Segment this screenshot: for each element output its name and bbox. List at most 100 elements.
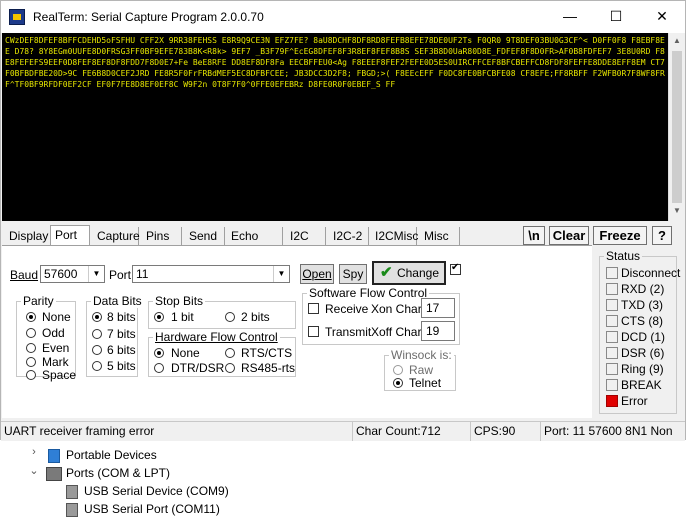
parity-mark-label: Mark: [42, 355, 69, 369]
port-value: 11: [136, 267, 149, 281]
status-title: Status: [604, 249, 643, 263]
hw-flow-none-radio[interactable]: [154, 348, 164, 358]
status-led-dcd: [606, 331, 618, 343]
data-bits-8-label: 8 bits: [107, 310, 136, 324]
spy-button[interactable]: Spy: [339, 264, 367, 284]
check-icon: ✔: [451, 262, 460, 273]
stop-bits-2-radio[interactable]: [225, 312, 235, 322]
parity-space-radio[interactable]: [26, 370, 36, 380]
tree-item-portable-devices[interactable]: Portable Devices: [66, 446, 157, 464]
chevron-right-icon[interactable]: ›: [28, 446, 40, 464]
portable-devices-icon: [48, 449, 60, 463]
tree-item-ports[interactable]: Ports (COM & LPT): [66, 464, 170, 482]
scrollbar-thumb[interactable]: [672, 51, 682, 203]
status-led-error: [606, 395, 618, 407]
xon-char-input[interactable]: 17: [421, 298, 455, 318]
cps-readout: CPS:90: [471, 422, 541, 441]
parity-even-radio[interactable]: [26, 343, 36, 353]
device-manager-tree: › Portable Devices ⌄ Ports (COM & LPT) U…: [0, 432, 696, 524]
scroll-up-icon[interactable]: ▲: [669, 33, 685, 49]
window-title: RealTerm: Serial Capture Program 2.0.0.7…: [33, 10, 264, 24]
hw-flow-dtrdsr-radio[interactable]: [154, 363, 164, 373]
chevron-down-icon[interactable]: ▼: [88, 266, 104, 282]
hw-flow-none-label: None: [171, 346, 200, 360]
port-label: Port: [109, 268, 132, 282]
stop-bits-1-radio[interactable]: [154, 312, 164, 322]
parity-none-radio[interactable]: [26, 312, 36, 322]
status-rxd-label: RXD (2): [621, 282, 665, 296]
data-bits-5-label: 5 bits: [107, 359, 136, 373]
data-bits-title: Data Bits: [91, 294, 144, 308]
winsock-group: Winsock is: Raw Telnet: [384, 348, 456, 391]
tab-capture[interactable]: Capture: [93, 227, 140, 245]
tab-echo-port[interactable]: Echo Port: [227, 227, 283, 261]
tab-i2c[interactable]: I2C: [286, 227, 326, 245]
minimize-button[interactable]: —: [547, 1, 593, 33]
checkmark-icon: ✔: [380, 264, 393, 281]
change-checkbox[interactable]: ✔: [450, 262, 461, 275]
port-panel: Baud 57600 ▼ Port 11 ▼ Open Spy ✔ Change…: [2, 245, 592, 418]
terminal-scrollbar[interactable]: ▲ ▼: [668, 33, 685, 221]
tab-i2cmisc[interactable]: I2CMisc: [371, 227, 418, 245]
close-button[interactable]: ✕: [639, 1, 685, 33]
baud-select[interactable]: 57600 ▼: [40, 265, 105, 283]
ports-icon: [46, 467, 62, 481]
chevron-down-icon[interactable]: ⌄: [28, 464, 40, 482]
scroll-down-icon[interactable]: ▼: [669, 203, 685, 219]
sw-flow-receive-label: Receive: [325, 302, 369, 316]
tab-pins[interactable]: Pins: [142, 227, 182, 245]
usb-serial-device-icon: [66, 485, 78, 499]
xon-char-label: Xon Char:: [371, 302, 426, 316]
tab-send[interactable]: Send: [185, 227, 225, 245]
newline-button[interactable]: \n: [523, 226, 545, 245]
sw-flow-transmit-label: Transmit: [325, 325, 372, 339]
winsock-raw-radio[interactable]: [393, 365, 403, 375]
terminal-output[interactable]: CWzDEF8DFEF8BFFCDEHD5oFSFHU CFF2X 9RR38F…: [2, 33, 668, 221]
open-button[interactable]: Open: [300, 264, 334, 284]
freeze-button[interactable]: Freeze: [593, 226, 647, 245]
data-bits-8-radio[interactable]: [92, 312, 102, 322]
tab-display[interactable]: Display: [5, 227, 51, 245]
tab-i2c-2[interactable]: I2C-2: [329, 227, 369, 245]
winsock-telnet-label: Telnet: [409, 376, 442, 390]
status-led-break: [606, 379, 618, 391]
port-select[interactable]: 11 ▼: [132, 265, 290, 283]
stop-bits-2-label: 2 bits: [241, 310, 270, 324]
change-label: Change: [396, 266, 440, 280]
status-error-label: Error: [621, 394, 648, 408]
xoff-char-input[interactable]: 19: [421, 321, 455, 341]
realterm-app-icon: [9, 9, 25, 25]
parity-none-label: None: [42, 310, 71, 324]
status-message: UART receiver framing error: [1, 422, 353, 441]
status-dsr-label: DSR (6): [621, 346, 665, 360]
help-button[interactable]: ?: [652, 226, 672, 245]
tab-misc[interactable]: Misc: [420, 227, 460, 245]
sw-flow-transmit-checkbox[interactable]: [308, 326, 319, 337]
sw-flow-title: Software Flow Control: [307, 286, 430, 300]
tree-item-usb-serial-device[interactable]: USB Serial Device (COM9): [84, 482, 229, 500]
hw-flow-rs485-radio[interactable]: [225, 363, 235, 373]
winsock-telnet-radio[interactable]: [393, 378, 403, 388]
status-led-ring: [606, 363, 618, 375]
maximize-button[interactable]: ☐: [593, 1, 639, 33]
parity-odd-radio[interactable]: [26, 328, 36, 338]
tab-port[interactable]: Port: [50, 225, 90, 247]
sw-flow-receive-checkbox[interactable]: [308, 303, 319, 314]
clear-button[interactable]: Clear: [549, 226, 589, 245]
chevron-down-icon[interactable]: ▼: [273, 266, 289, 282]
change-button[interactable]: ✔ Change: [372, 261, 446, 285]
parity-mark-radio[interactable]: [26, 357, 36, 367]
char-count: Char Count:712: [353, 422, 471, 441]
parity-odd-label: Odd: [42, 326, 65, 340]
data-bits-7-radio[interactable]: [92, 329, 102, 339]
parity-space-label: Space: [42, 368, 77, 382]
hw-flow-rtscts-label: RTS/CTS: [241, 346, 293, 360]
hw-flow-rtscts-radio[interactable]: [225, 348, 235, 358]
data-bits-5-radio[interactable]: [92, 361, 102, 371]
status-led-dsr: [606, 347, 618, 359]
status-bar: UART receiver framing error Char Count:7…: [1, 421, 685, 441]
data-bits-6-radio[interactable]: [92, 345, 102, 355]
stop-bits-title: Stop Bits: [153, 294, 206, 308]
status-led-disconnect: [606, 267, 618, 279]
tree-item-usb-serial-port[interactable]: USB Serial Port (COM11): [84, 500, 220, 518]
